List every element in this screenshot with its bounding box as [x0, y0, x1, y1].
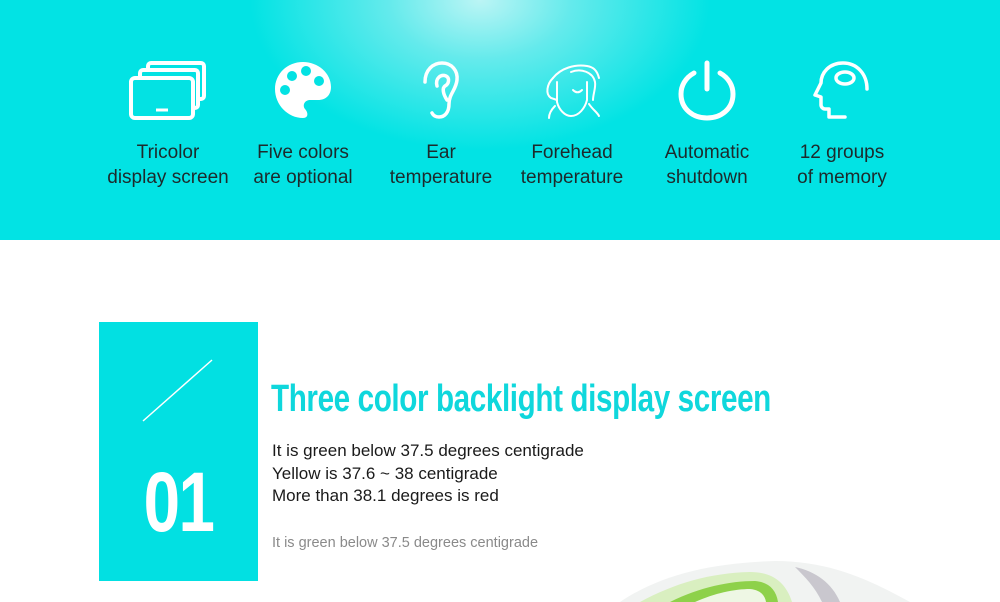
- feature-automatic-shutdown: Automatic shutdown: [637, 58, 777, 190]
- feature-label-line2: temperature: [520, 167, 624, 188]
- feature-label-line1: Ear: [426, 142, 456, 163]
- feature-label-line2: shutdown: [666, 167, 748, 188]
- feature-label-line2: temperature: [389, 167, 493, 188]
- feature-five-colors: Five colors are optional: [233, 58, 373, 190]
- feature-ear-temperature: Ear temperature: [371, 58, 511, 190]
- palette-icon: [233, 58, 373, 122]
- ear-icon: [371, 58, 511, 122]
- forehead-face-icon: [502, 58, 642, 122]
- description-line: It is green below 37.5 degrees centigrad…: [272, 441, 584, 460]
- feature-label-line1: 12 groups: [799, 142, 885, 163]
- slash-divider-icon: [142, 359, 213, 422]
- section-note: It is green below 37.5 degrees centigrad…: [272, 535, 539, 551]
- description-line: Yellow is 37.6 ~ 38 centigrade: [272, 463, 498, 483]
- section-title: Three color backlight display screen: [271, 378, 771, 420]
- feature-label-line1: Tricolor: [136, 142, 200, 163]
- thermometer-product-image: [620, 561, 910, 602]
- tablet-stack-icon: [98, 58, 238, 122]
- feature-label-line2: are optional: [253, 167, 353, 188]
- feature-label-line1: Forehead: [531, 142, 613, 163]
- section-number: 01: [143, 455, 215, 549]
- section-number-box: 01: [99, 322, 258, 581]
- description-line: More than 38.1 degrees is red: [272, 486, 499, 505]
- feature-label-line1: Five colors: [257, 142, 349, 163]
- power-icon: [637, 58, 777, 122]
- feature-forehead-temperature: Forehead temperature: [502, 58, 642, 190]
- feature-label-line2: of memory: [797, 167, 887, 188]
- section-description: It is green below 37.5 degrees centigrad…: [272, 440, 584, 508]
- feature-memory-groups: 12 groups of memory: [772, 58, 912, 190]
- features-banner: Tricolor display screen Five colors are …: [0, 0, 1000, 240]
- head-memory-icon: [772, 58, 912, 122]
- feature-tricolor-display: Tricolor display screen: [98, 58, 238, 190]
- feature-label-line1: Automatic: [664, 142, 750, 163]
- feature-label-line2: display screen: [107, 167, 229, 188]
